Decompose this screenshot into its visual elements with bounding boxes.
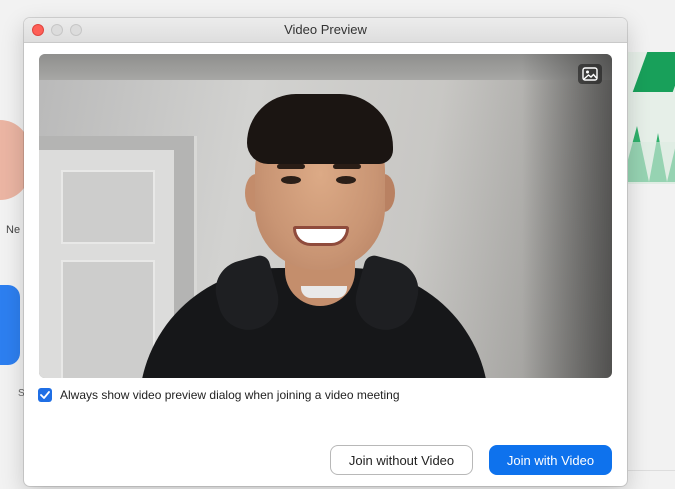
join-without-video-button[interactable]: Join without Video [330,445,473,475]
background-partial-label: Ne [6,224,21,236]
window-title: Video Preview [284,22,367,37]
preview-person [39,54,612,378]
always-show-preview-checkbox[interactable] [38,388,52,402]
background-divider [628,470,675,471]
checkmark-icon [40,391,50,399]
join-with-video-button[interactable]: Join with Video [489,445,612,475]
preview-option-row: Always show video preview dialog when jo… [38,386,400,404]
title-bar[interactable]: Video Preview [24,18,627,43]
background-image-tile [628,52,675,184]
video-preview-dialog: Video Preview Always show video preview … [24,18,627,486]
virtual-background-icon[interactable] [578,64,602,84]
background-blue-button [0,285,20,365]
camera-preview [39,54,612,378]
always-show-preview-label[interactable]: Always show video preview dialog when jo… [60,388,400,402]
